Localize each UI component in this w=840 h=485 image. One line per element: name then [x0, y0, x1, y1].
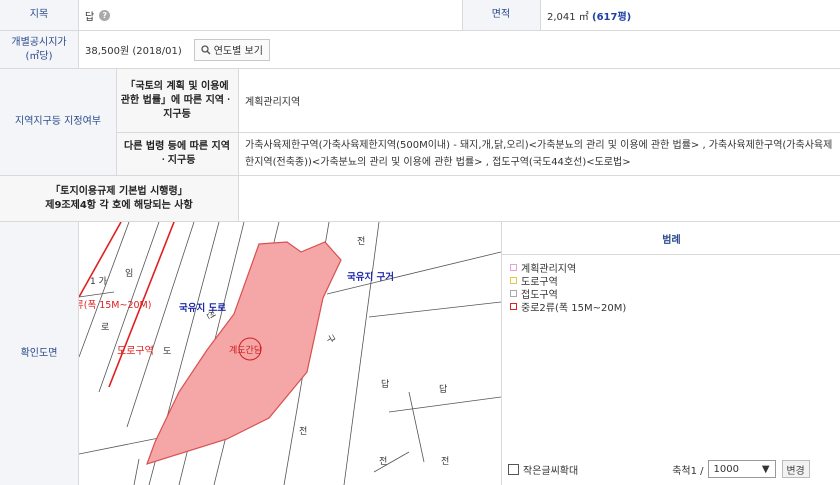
zone-row1-header: 「국토의 계획 및 이용에 관한 법률」에 따른 지역ㆍ지구등 [116, 69, 238, 133]
jimok-value: 답 [85, 11, 95, 23]
zone-row2-header: 다른 법령 등에 따른 지역ㆍ지구등 [116, 133, 238, 176]
map-label-im: 임 [125, 269, 134, 279]
map-controls: 작은글씨확대 축척1 / 1000 ▼ 변경 [502, 453, 840, 485]
price-value: 38,500원 (2018/01) [85, 46, 182, 57]
legend-title: 범례 [502, 222, 840, 255]
map-label-road-zone: 도로구역 [117, 346, 154, 357]
rule-value-cell [238, 176, 840, 222]
legend-swatch [510, 264, 517, 271]
zoom-text-checkbox[interactable] [508, 463, 519, 475]
confirm-header: 확인도면 [0, 222, 78, 485]
price-value-cell: 38,500원 (2018/01) 연도별 보기 [78, 31, 840, 69]
rule-label-line1: 「토지이용규제 기본법 시행령」 [50, 185, 188, 197]
map-label-guge: 국유지 구거 [347, 272, 395, 283]
legend-swatch [510, 303, 517, 310]
search-icon [201, 44, 211, 54]
map-label-middle-road: 류(폭 15M~20M) [78, 300, 152, 311]
map-label-jeon-2: 전 [299, 427, 308, 437]
jimok-header: 지목 [0, 0, 78, 31]
confirm-label: 확인도면 [20, 347, 58, 359]
jimok-label: 지목 [29, 9, 49, 20]
chevron-down-icon: ▼ [761, 463, 770, 475]
legend-swatch [510, 277, 517, 284]
zone-row2-cell: 가축사육제한구역(가축사육제한지역(500M이내) - 돼지,개,닭,오리)<가… [238, 133, 840, 176]
zone-row2-label: 다른 법령 등에 따른 지역ㆍ지구등 [124, 141, 230, 166]
price-unit: (㎡당) [25, 50, 53, 62]
legend-item-road-zone: 도로구역 [510, 274, 840, 288]
map-label-jeon-1: 전 [357, 237, 366, 247]
map-label-road: 국유지 도로 [179, 303, 227, 314]
legend-item-middle-road: 중로2류(폭 15M~20M) [510, 300, 840, 314]
area-label: 면적 [491, 9, 511, 20]
zone-header: 지역지구등 지정여부 [0, 69, 116, 176]
map-label-dap-2: 답 [439, 385, 448, 395]
legend-swatch [510, 290, 517, 297]
map-label-jeon-3: 전 [379, 457, 388, 467]
zone-row1-cell: 계획관리지역 [238, 69, 840, 133]
land-info-table: 지목 답 ? 면적 2,041 ㎡ (617평) 개별공시지가 (㎡당) 38,… [0, 0, 840, 222]
zone-label: 지역지구등 지정여부 [15, 116, 101, 127]
zone-row1-label: 「국토의 계획 및 이용에 관한 법률」에 따른 지역ㆍ지구등 [120, 80, 234, 120]
map-label-do: 도 [163, 347, 172, 357]
cadastral-map[interactable]: 국유지 구거 국유지 도로 전 전 전 답 답 전 전 1 가 임 로 도로구역… [78, 222, 501, 485]
zone-row2-value: 가축사육제한구역(가축사육제한지역(500M이내) - 돼지,개,닭,오리)<가… [245, 140, 833, 168]
scale-select[interactable]: 1000 ▼ [707, 460, 776, 478]
yearly-view-label: 연도별 보기 [213, 46, 263, 57]
map-label-parcel: 계도간담 [229, 346, 263, 356]
area-value: 2,041 ㎡ [547, 11, 589, 23]
map-label-ga: 1 가 [90, 277, 107, 287]
legend-panel: 범례 계획관리지역 도로구역 접도구역 중로2류(폭 15M~20M) 작은글씨… [501, 222, 840, 485]
map-label-dap-1: 답 [381, 380, 390, 390]
jimok-value-cell: 답 ? [78, 0, 462, 31]
scale-label: 축척1 / [672, 465, 704, 477]
area-pyeong: (617평) [592, 11, 632, 23]
map-label-jeon-4: 전 [441, 457, 450, 467]
area-value-cell: 2,041 ㎡ (617평) [540, 0, 840, 31]
legend-item-label: 중로2류(폭 15M~20M) [521, 303, 627, 314]
rule-header: 「토지이용규제 기본법 시행령」 제9조제4항 각 호에 해당되는 사항 [0, 176, 238, 222]
legend-item-planned: 계획관리지역 [510, 261, 840, 275]
scale-value: 1000 [713, 463, 739, 475]
yearly-view-button[interactable]: 연도별 보기 [193, 38, 270, 61]
zoom-text-label: 작은글씨확대 [523, 465, 579, 477]
change-scale-button[interactable]: 변경 [781, 460, 810, 478]
area-header: 면적 [462, 0, 540, 31]
price-label: 개별공시지가 [11, 36, 67, 48]
map-label-ro: 로 [101, 323, 110, 333]
zone-row1-value: 계획관리지역 [245, 97, 301, 108]
rule-label-line2: 제9조제4항 각 호에 해당되는 사항 [45, 199, 193, 211]
price-header: 개별공시지가 (㎡당) [0, 31, 78, 69]
question-icon[interactable]: ? [99, 9, 111, 21]
